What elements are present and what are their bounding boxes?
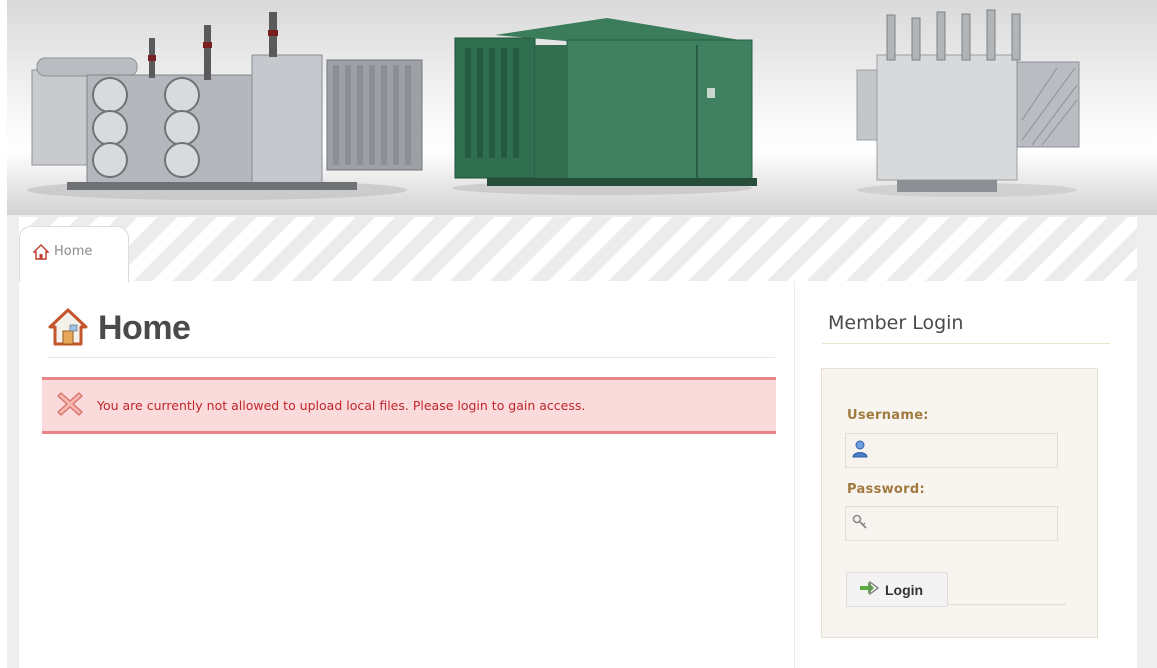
distribution-transformer-image xyxy=(856,9,1080,192)
password-field[interactable] xyxy=(845,506,1058,541)
page-title: Home xyxy=(98,309,191,347)
breadcrumb-home-label: Home xyxy=(54,244,93,259)
header-banner xyxy=(7,0,1157,215)
home-icon xyxy=(48,307,88,351)
username-label: Username: xyxy=(847,408,929,423)
error-message-box: You are currently not allowed to upload … xyxy=(42,377,776,434)
pad-mount-transformer-image xyxy=(454,18,757,186)
user-icon xyxy=(852,440,868,462)
login-button[interactable]: Login xyxy=(846,572,948,607)
username-field[interactable] xyxy=(845,433,1058,468)
breadcrumb-bar xyxy=(19,217,1137,281)
error-message-text: You are currently not allowed to upload … xyxy=(97,398,586,413)
login-button-label: Login xyxy=(885,581,924,598)
breadcrumb-home-tab[interactable]: Home xyxy=(19,226,129,282)
error-x-icon xyxy=(56,390,84,422)
member-login-heading: Member Login xyxy=(822,308,1110,344)
password-label: Password: xyxy=(847,482,925,497)
transformers-banner-image xyxy=(27,9,1080,200)
home-icon xyxy=(32,244,50,264)
login-arrow-icon xyxy=(859,580,880,600)
key-icon xyxy=(852,514,868,534)
power-transformer-image xyxy=(31,12,423,190)
login-divider xyxy=(948,604,1066,605)
sidebar-divider xyxy=(794,281,795,668)
page-title-row: Home xyxy=(48,300,775,358)
